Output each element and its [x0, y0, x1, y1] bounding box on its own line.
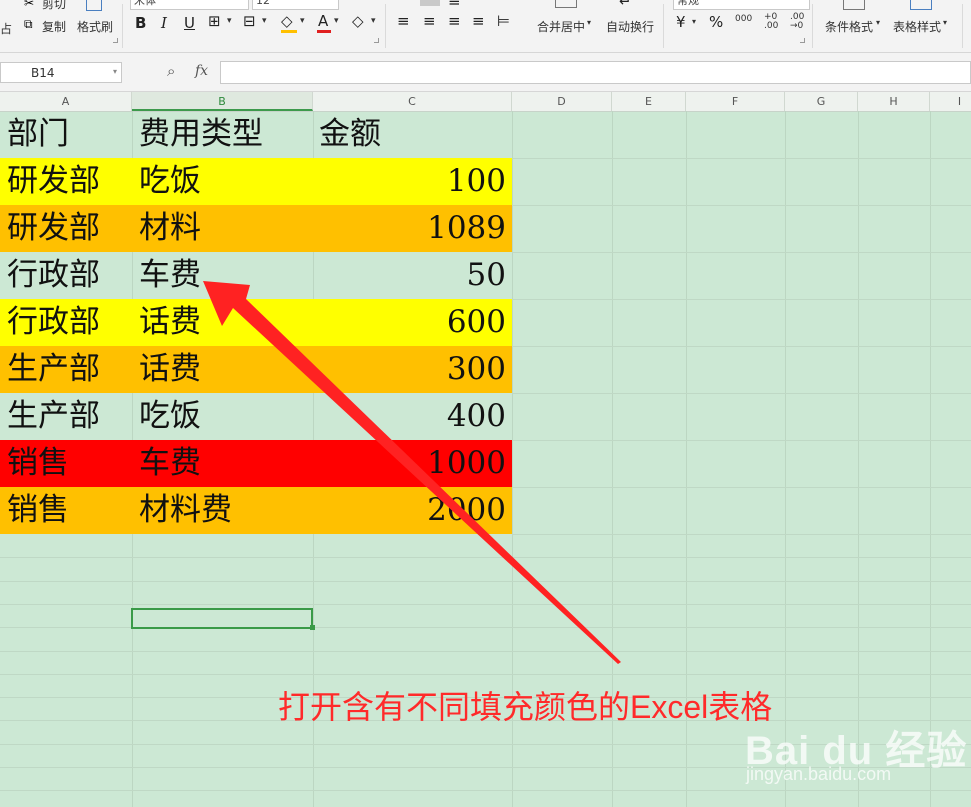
watermark-url: jingyan.baidu.com [746, 764, 892, 784]
arrow-shape [203, 281, 621, 664]
annotation-text: 打开含有不同填充颜色的Excel表格 [278, 689, 773, 725]
